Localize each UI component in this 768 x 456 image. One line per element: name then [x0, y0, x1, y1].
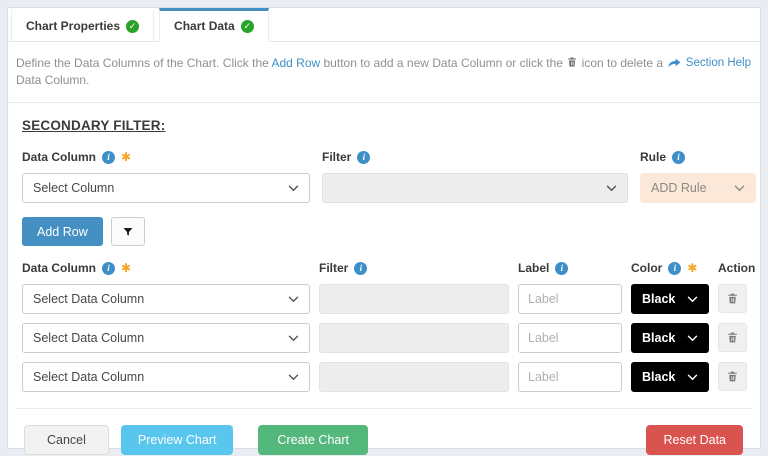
row-toolbar: Add Row [22, 217, 752, 246]
create-chart-button[interactable]: Create Chart [258, 425, 368, 455]
chevron-down-icon [687, 374, 698, 381]
trash-icon [726, 292, 739, 305]
section-help-label: Section Help [686, 57, 751, 69]
secondary-filter-label-row: Data Column i ✱ Filter i Rule i [16, 150, 752, 173]
trash-icon [566, 56, 578, 68]
required-asterisk: ✱ [121, 262, 131, 274]
cancel-button[interactable]: Cancel [24, 425, 109, 455]
funnel-icon [122, 226, 134, 238]
tab-label: Chart Properties [26, 19, 120, 33]
info-icon[interactable]: i [102, 151, 115, 164]
chevron-down-icon [288, 185, 299, 192]
delete-row-button[interactable] [718, 323, 747, 352]
secondary-filter-heading: SECONDARY FILTER: [22, 118, 752, 133]
tab-chart-data[interactable]: Chart Data ✓ [159, 8, 269, 42]
data-column-label: Data Column i ✱ [22, 150, 310, 164]
data-column-select[interactable]: Select Data Column [22, 323, 310, 353]
tab-bar: Chart Properties ✓ Chart Data ✓ [8, 8, 760, 42]
trash-icon [726, 370, 739, 383]
select-value: Select Data Column [33, 370, 144, 384]
rule-select[interactable]: ADD Rule [640, 173, 756, 203]
section-help-link[interactable]: Section Help [668, 57, 751, 69]
filter-input-disabled [319, 362, 509, 392]
tab-chart-properties[interactable]: Chart Properties ✓ [11, 8, 154, 41]
reset-data-button[interactable]: Reset Data [646, 425, 743, 455]
add-row-button[interactable]: Add Row [22, 217, 103, 246]
chevron-down-icon [687, 335, 698, 342]
filter-input-disabled [319, 323, 509, 353]
header-data-column: Data Column i ✱ [22, 261, 310, 275]
color-select[interactable]: Black [631, 362, 709, 392]
data-column-row: Select Data Column Black [16, 284, 752, 314]
required-asterisk: ✱ [121, 151, 131, 163]
chevron-down-icon [288, 374, 299, 381]
chart-editor-panel: Chart Properties ✓ Chart Data ✓ Define t… [7, 7, 761, 449]
data-column-row: Select Data Column Black [16, 323, 752, 353]
header-action: Action [718, 261, 756, 275]
select-value: Select Column [33, 181, 114, 195]
select-value: ADD Rule [651, 181, 707, 195]
select-value: Black [642, 292, 675, 306]
label-input[interactable] [518, 362, 622, 392]
filter-input-disabled [319, 284, 509, 314]
select-value: Select Data Column [33, 292, 144, 306]
chevron-down-icon [288, 296, 299, 303]
data-column-select[interactable]: Select Data Column [22, 362, 310, 392]
filter-label: Filter i [322, 150, 628, 164]
delete-row-button[interactable] [718, 284, 747, 313]
info-icon[interactable]: i [672, 151, 685, 164]
color-select[interactable]: Black [631, 323, 709, 353]
description-text: Define the Data Columns of the Chart. Cl… [16, 55, 668, 89]
chevron-down-icon [734, 185, 745, 192]
info-icon[interactable]: i [102, 262, 115, 275]
section-description: Define the Data Columns of the Chart. Cl… [8, 42, 760, 103]
chevron-down-icon [606, 185, 617, 192]
chevron-down-icon [687, 296, 698, 303]
color-select[interactable]: Black [631, 284, 709, 314]
trash-icon [726, 331, 739, 344]
secondary-column-select[interactable]: Select Column [22, 173, 310, 203]
info-icon[interactable]: i [668, 262, 681, 275]
data-column-row: Select Data Column Black [16, 362, 752, 392]
label-input[interactable] [518, 284, 622, 314]
info-icon[interactable]: i [555, 262, 568, 275]
select-value: Black [642, 370, 675, 384]
chart-data-content: SECONDARY FILTER: Data Column i ✱ Filter… [8, 118, 760, 455]
check-circle-icon: ✓ [241, 20, 254, 33]
info-icon[interactable]: i [354, 262, 367, 275]
header-color: Color i ✱ [631, 261, 709, 275]
secondary-filter-control-row: Select Column ADD Rule [16, 173, 752, 203]
filter-toggle-button[interactable] [111, 217, 145, 246]
footer-action-bar: Cancel Preview Chart Create Chart Reset … [16, 408, 752, 455]
select-value: Black [642, 331, 675, 345]
info-icon[interactable]: i [357, 151, 370, 164]
description-part: Define the Data Columns of the Chart. Cl… [16, 56, 271, 70]
required-asterisk: ✱ [687, 262, 697, 274]
label-input[interactable] [518, 323, 622, 353]
tab-label: Chart Data [174, 19, 235, 33]
add-row-inline-link[interactable]: Add Row [271, 56, 320, 70]
chevron-down-icon [288, 335, 299, 342]
select-value: Select Data Column [33, 331, 144, 345]
header-filter: Filter i [319, 261, 509, 275]
preview-chart-button[interactable]: Preview Chart [121, 425, 234, 455]
data-column-select[interactable]: Select Data Column [22, 284, 310, 314]
rule-label: Rule i [640, 150, 756, 164]
section-help-arrow-icon [668, 58, 681, 69]
delete-row-button[interactable] [718, 362, 747, 391]
description-part: button to add a new Data Column or click… [320, 56, 566, 70]
data-table-header-row: Data Column i ✱ Filter i Label i Color i… [16, 261, 752, 284]
check-circle-icon: ✓ [126, 20, 139, 33]
header-label: Label i [518, 261, 622, 275]
secondary-filter-select [322, 173, 628, 203]
